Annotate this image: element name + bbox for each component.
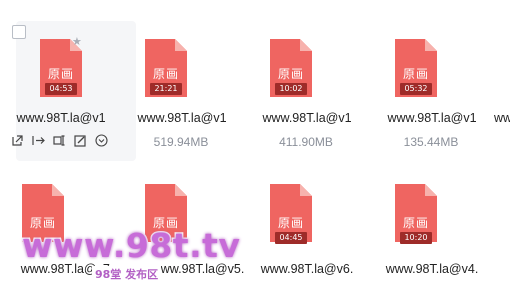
video-file-icon: 原画 04:45 (270, 184, 312, 244)
file-badge: 原画 (277, 216, 304, 230)
file-tile[interactable]: 原画 05:32 www.98T.la@v1 135.44MB (371, 21, 491, 161)
file-badge: 原画 (277, 67, 304, 81)
watermark-text: www.98t.tv (20, 225, 241, 267)
file-tile[interactable]: 原画 04:53 ★ www.98T.la@v1 (12, 21, 136, 161)
video-file-icon: 原画 21:21 (145, 39, 187, 97)
more-icon[interactable] (94, 133, 109, 148)
share-icon[interactable] (10, 133, 25, 148)
duration-label: 10:02 (275, 83, 307, 95)
duration-label: 05:32 (400, 83, 432, 95)
file-tile[interactable]: 原画 10:02 www.98T.la@v1 411.90MB (246, 21, 366, 161)
file-actions (10, 133, 109, 149)
file-tile[interactable]: 原画 21:21 www.98T.la@v1 519.94MB (121, 21, 241, 161)
file-tile[interactable]: www (480, 21, 510, 161)
file-badge: 原画 (402, 67, 429, 81)
watermark-logo: www.98t.tv 98堂 发布区 (20, 225, 247, 288)
edit-icon[interactable] (73, 133, 88, 148)
duration-label: 21:21 (150, 83, 182, 95)
duration-label: 04:53 (45, 83, 77, 95)
rename-icon[interactable] (52, 133, 67, 148)
file-name[interactable]: www (494, 111, 510, 125)
duration-label: 10:20 (400, 232, 432, 244)
video-file-icon: 原画 10:20 (395, 184, 437, 244)
video-file-icon: 原画 10:02 (270, 39, 312, 97)
file-size: 411.90MB (279, 135, 333, 149)
star-icon[interactable]: ★ (72, 37, 82, 48)
file-badge: 原画 (47, 67, 74, 81)
file-badge: 原画 (152, 67, 179, 81)
duration-label: 04:45 (275, 232, 307, 244)
watermark-subtitle: 98堂 发布区 (92, 266, 162, 282)
video-file-icon: 原画 05:32 (395, 39, 437, 97)
file-badge: 原画 (402, 216, 429, 230)
select-checkbox[interactable] (12, 25, 26, 39)
file-name[interactable]: www.98T.la@v4. (357, 262, 507, 276)
file-size: 519.94MB (153, 135, 209, 149)
file-size: 135.44MB (403, 135, 459, 149)
file-tile[interactable]: 原画 10:20 www.98T.la@v4. (371, 166, 491, 306)
move-icon[interactable] (31, 133, 46, 148)
file-tile[interactable]: 原画 04:45 www.98T.la@v6. (246, 166, 366, 306)
